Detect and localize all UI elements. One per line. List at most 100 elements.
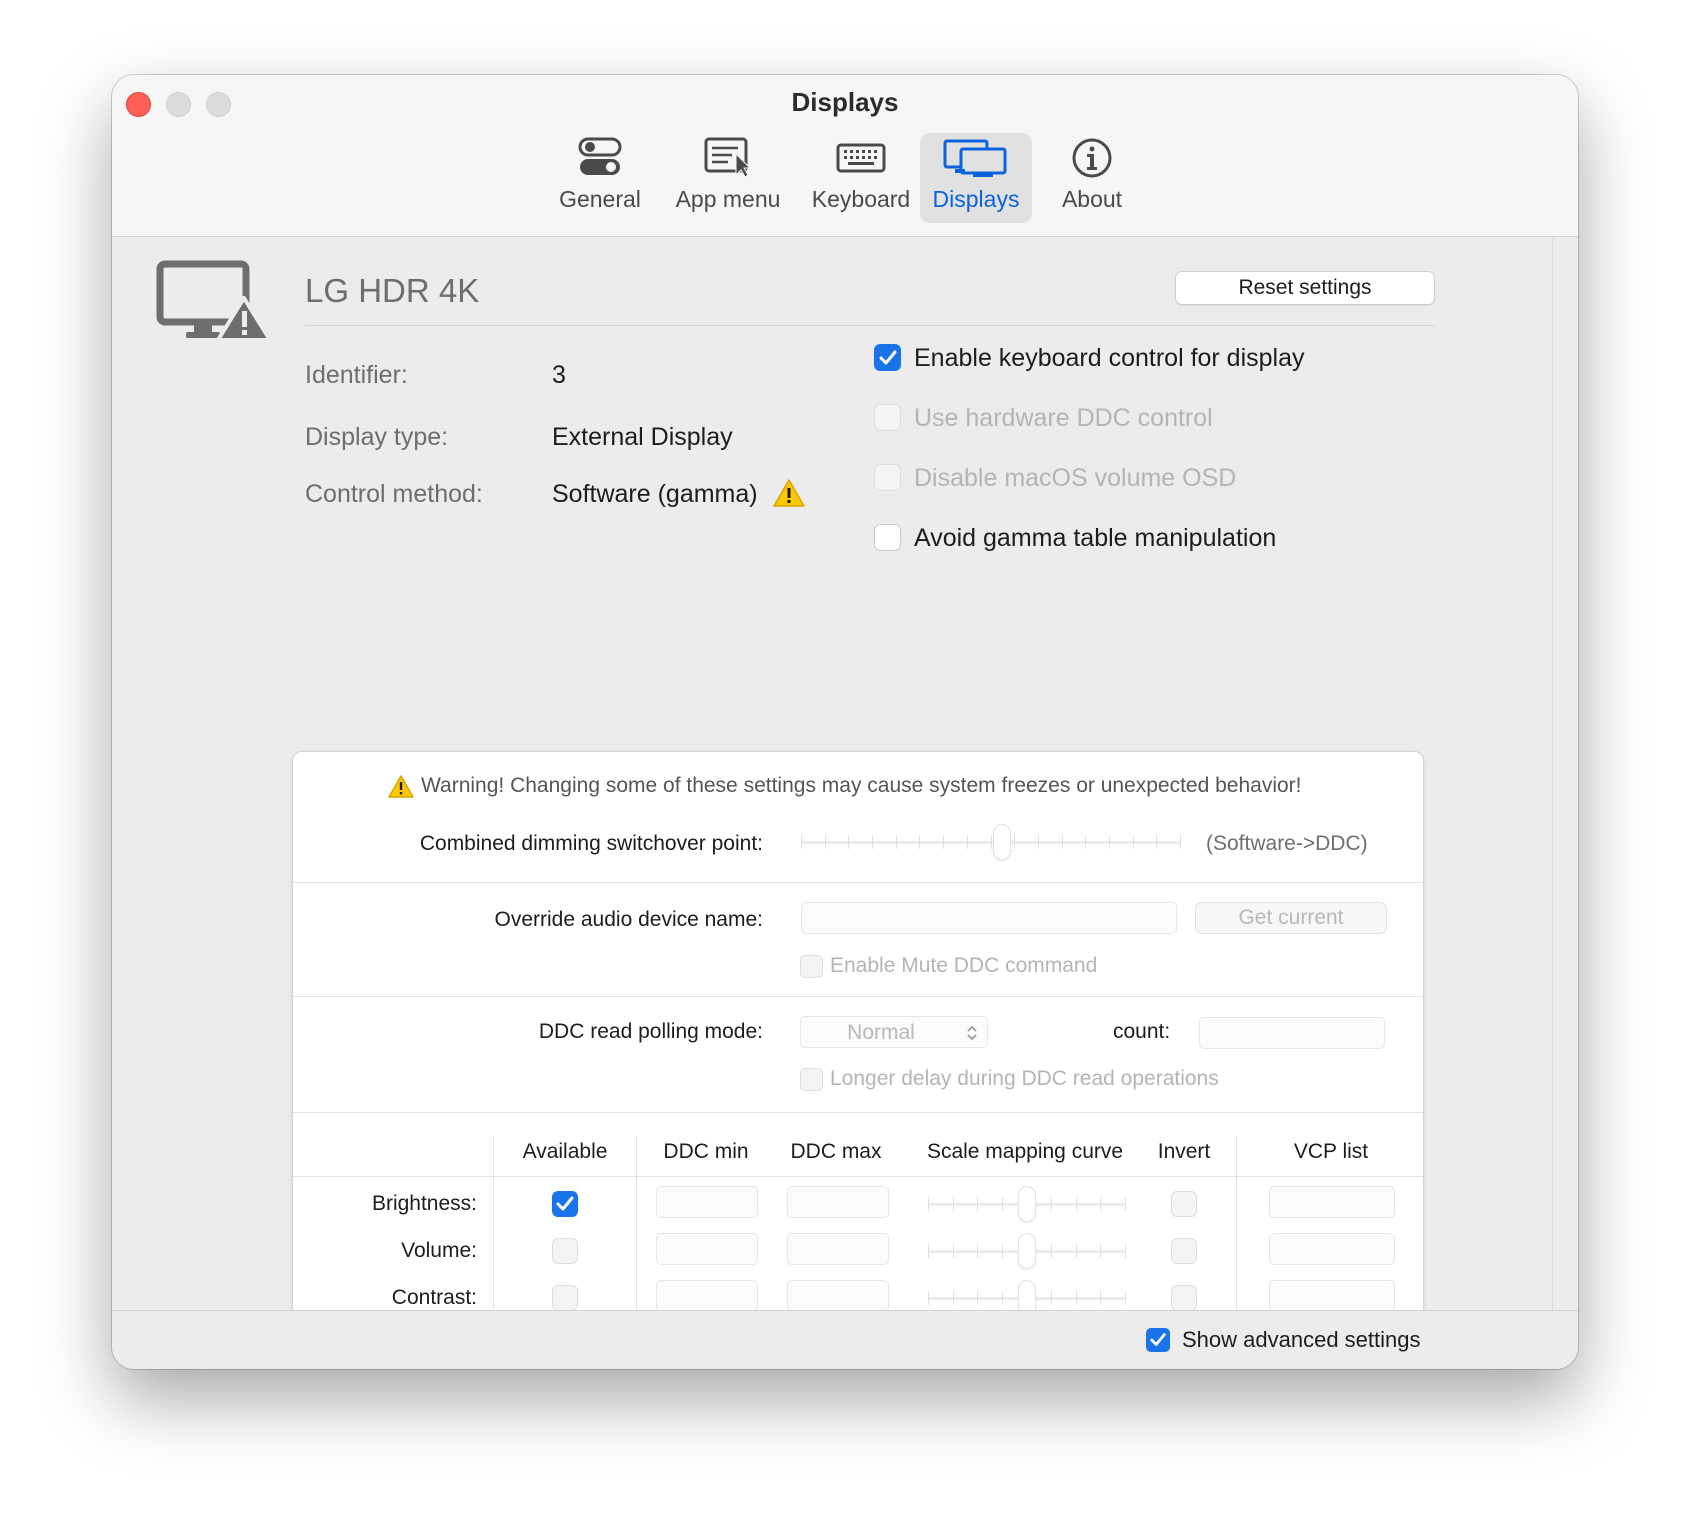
- disable-volume-osd-checkbox[interactable]: [874, 464, 901, 491]
- slider-tick: [1061, 835, 1063, 849]
- contrast-ddc-max-input[interactable]: [787, 1280, 889, 1312]
- tab-about[interactable]: About: [1052, 133, 1132, 223]
- slider-tick: [1085, 835, 1087, 849]
- scroll-divider: [1552, 238, 1553, 1310]
- enable-keyboard-control-checkbox[interactable]: [874, 344, 901, 371]
- slider-tick: [1037, 835, 1039, 849]
- brightness-invert-checkbox[interactable]: [1171, 1191, 1197, 1217]
- tab-general[interactable]: General: [555, 133, 645, 223]
- toolbar: Displays General App menu Keyboard Displ…: [112, 75, 1578, 237]
- slider-tick: [1075, 1244, 1077, 1258]
- warning-message: Warning! Changing some of these settings…: [421, 774, 1302, 797]
- get-current-button[interactable]: Get current: [1195, 902, 1387, 934]
- keyboard-icon: [836, 143, 886, 173]
- slider-tick: [1156, 835, 1158, 849]
- contrast-ddc-min-input[interactable]: [656, 1280, 758, 1312]
- checkmark-icon: [1150, 1333, 1166, 1346]
- volume-invert-checkbox[interactable]: [1171, 1238, 1197, 1264]
- identifier-value: 3: [552, 361, 566, 389]
- control-method-label: Control method:: [305, 480, 483, 508]
- volume-ddc-max-input[interactable]: [787, 1233, 889, 1265]
- warning-icon: [388, 775, 414, 798]
- hardware-ddc-checkbox[interactable]: [874, 404, 901, 431]
- display-name: LG HDR 4K: [305, 272, 480, 309]
- switchover-slider[interactable]: [801, 822, 1181, 862]
- switchover-suffix: (Software->DDC): [1206, 832, 1368, 855]
- slider-tick: [801, 835, 802, 849]
- slider-tick: [990, 835, 992, 849]
- brightness-ddc-min-input[interactable]: [656, 1186, 758, 1218]
- slider-tick: [919, 835, 921, 849]
- slider-tick: [943, 835, 945, 849]
- enable-keyboard-control-label[interactable]: Enable keyboard control for display: [914, 344, 1305, 373]
- tab-app-menu[interactable]: App menu: [668, 133, 788, 223]
- avoid-gamma-checkbox[interactable]: [874, 524, 901, 551]
- section-divider: [293, 1112, 1423, 1113]
- mute-ddc-label[interactable]: Enable Mute DDC command: [830, 954, 1097, 978]
- tab-keyboard-label: Keyboard: [811, 186, 911, 212]
- tab-about-label: About: [1061, 186, 1123, 212]
- window-title: Displays: [791, 87, 899, 117]
- contrast-available-checkbox[interactable]: [552, 1285, 578, 1311]
- slider-tick: [1014, 835, 1016, 849]
- brightness-vcp-list-input[interactable]: [1269, 1186, 1395, 1218]
- slider-tick: [895, 835, 897, 849]
- disable-volume-osd-label[interactable]: Disable macOS volume OSD: [914, 464, 1236, 493]
- column-header-available: Available: [522, 1140, 608, 1163]
- longer-delay-label[interactable]: Longer delay during DDC read operations: [830, 1067, 1219, 1091]
- slider-tick: [977, 1197, 979, 1211]
- column-header-curve: Scale mapping curve: [926, 1140, 1124, 1163]
- slider-tick: [1051, 1197, 1053, 1211]
- slider-tick: [1001, 1197, 1003, 1211]
- tab-displays-label: Displays: [932, 186, 1020, 212]
- volume-vcp-list-input[interactable]: [1269, 1233, 1395, 1265]
- brightness-available-checkbox[interactable]: [552, 1191, 578, 1217]
- mute-ddc-checkbox[interactable]: [800, 955, 823, 978]
- show-advanced-label[interactable]: Show advanced settings: [1182, 1327, 1421, 1353]
- slider-knob[interactable]: [1018, 1186, 1036, 1222]
- volume-ddc-min-input[interactable]: [656, 1233, 758, 1265]
- slider-tick: [1125, 1197, 1126, 1211]
- brightness-curve-slider[interactable]: [928, 1184, 1126, 1224]
- slider-tick: [1132, 835, 1134, 849]
- slider-tick: [952, 1244, 954, 1258]
- info-icon: [1072, 138, 1112, 178]
- column-divider: [1236, 1137, 1237, 1327]
- polling-mode-label: DDC read polling mode:: [538, 1020, 763, 1043]
- audio-device-input[interactable]: [801, 902, 1177, 934]
- slider-tick: [1051, 1244, 1053, 1258]
- slider-tick: [928, 1197, 929, 1211]
- preferences-window: Displays General App menu Keyboard Displ…: [112, 75, 1578, 1369]
- tab-displays[interactable]: Displays: [920, 133, 1032, 223]
- switchover-label: Combined dimming switchover point:: [419, 832, 763, 855]
- volume-curve-slider[interactable]: [928, 1231, 1126, 1271]
- column-divider: [636, 1137, 637, 1327]
- slider-tick: [1075, 1291, 1077, 1305]
- slider-tick: [1125, 1244, 1126, 1258]
- audio-device-label: Override audio device name:: [494, 908, 763, 931]
- hardware-ddc-label[interactable]: Use hardware DDC control: [914, 404, 1213, 433]
- section-divider: [293, 996, 1423, 997]
- avoid-gamma-label[interactable]: Avoid gamma table manipulation: [914, 524, 1276, 553]
- contrast-vcp-list-input[interactable]: [1269, 1280, 1395, 1312]
- slider-tick: [1001, 1291, 1003, 1305]
- display-type-label: Display type:: [305, 423, 449, 451]
- longer-delay-checkbox[interactable]: [800, 1068, 823, 1091]
- slider-knob[interactable]: [992, 824, 1011, 860]
- column-header-ddc-min: DDC min: [663, 1140, 749, 1163]
- reset-settings-button[interactable]: Reset settings: [1175, 271, 1435, 305]
- chevron-updown-icon: [967, 1025, 977, 1041]
- contrast-invert-checkbox[interactable]: [1171, 1285, 1197, 1311]
- polling-mode-select[interactable]: Normal: [800, 1016, 988, 1048]
- show-advanced-checkbox[interactable]: [1146, 1328, 1170, 1352]
- slider-knob[interactable]: [1018, 1233, 1036, 1269]
- slider-tick: [952, 1197, 954, 1211]
- brightness-ddc-max-input[interactable]: [787, 1186, 889, 1218]
- count-input[interactable]: [1199, 1017, 1385, 1049]
- column-divider: [493, 1137, 494, 1327]
- control-method-value: Software (gamma): [552, 480, 758, 508]
- slider-tick: [848, 835, 850, 849]
- slider-tick: [977, 1291, 979, 1305]
- volume-available-checkbox[interactable]: [552, 1238, 578, 1264]
- tab-keyboard[interactable]: Keyboard: [806, 133, 916, 223]
